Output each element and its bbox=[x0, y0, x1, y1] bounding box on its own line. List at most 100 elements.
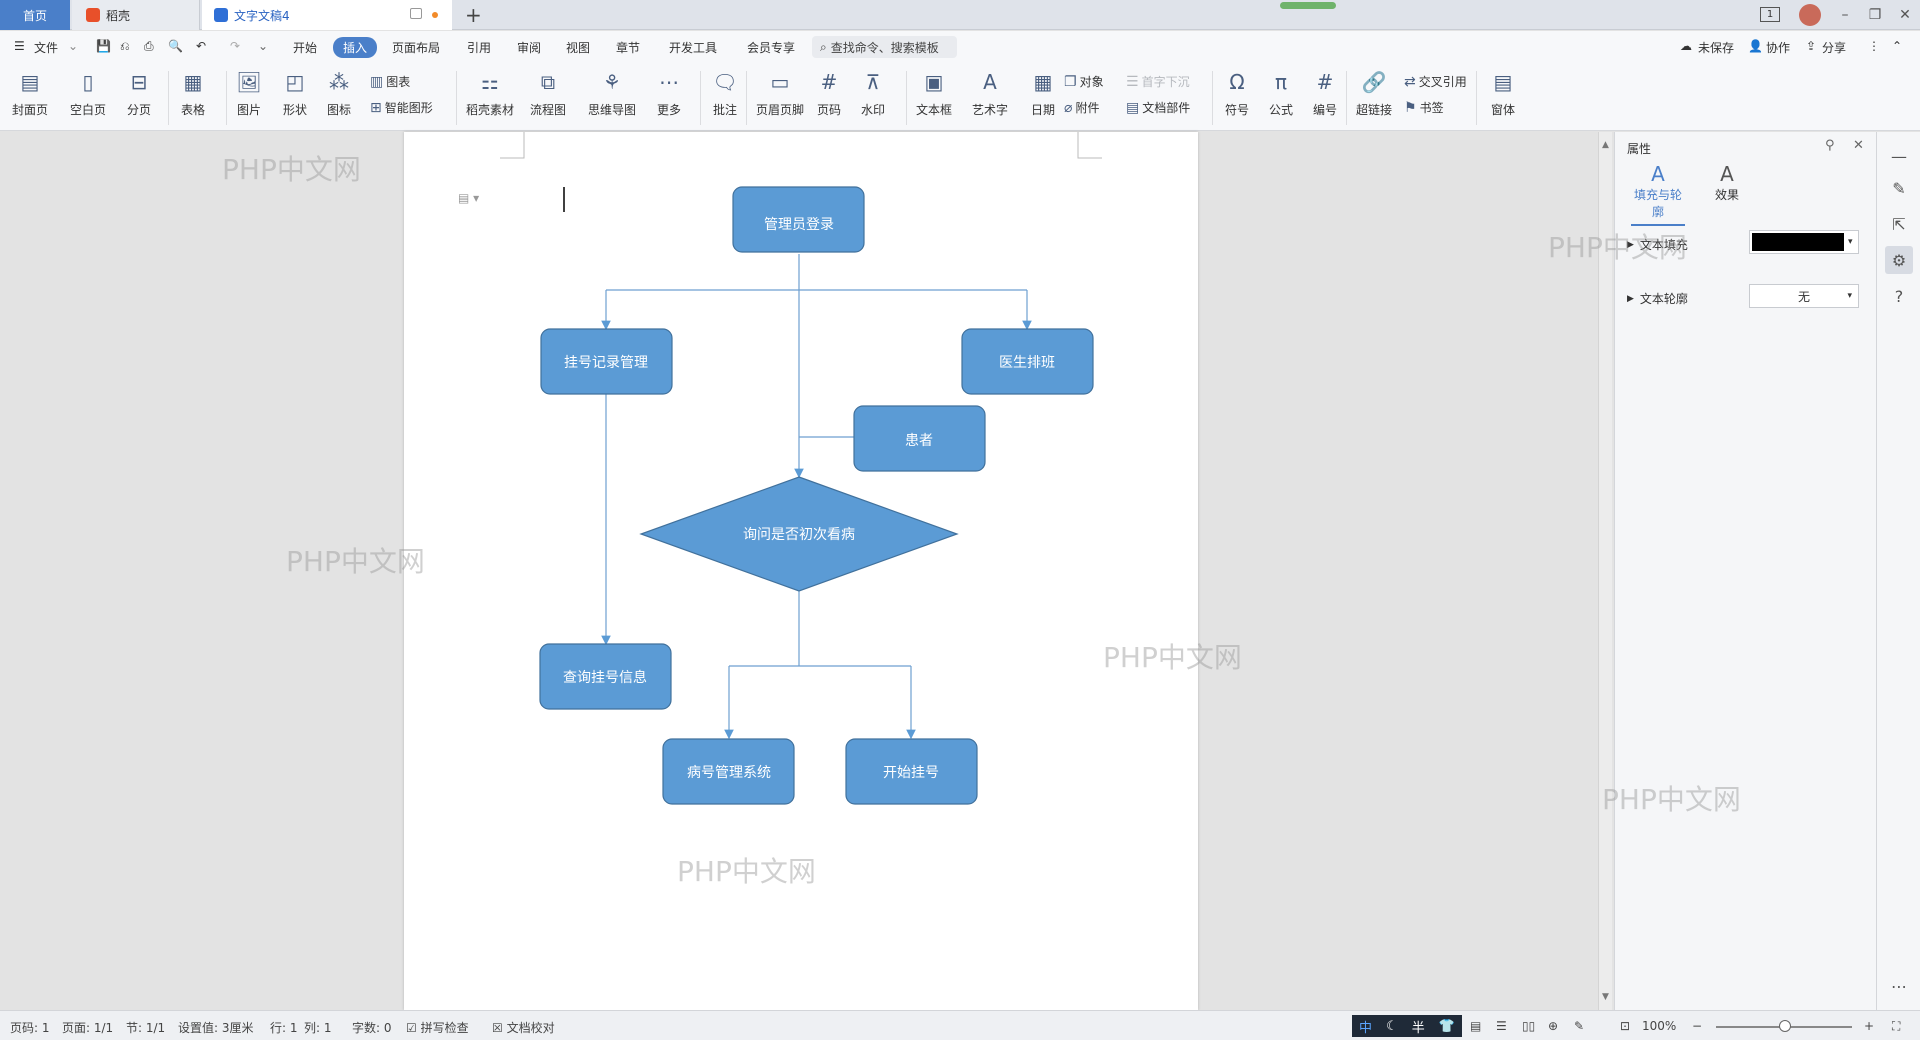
collapse-icon[interactable]: — bbox=[1885, 142, 1913, 170]
status-page-code[interactable]: 页码: 1 bbox=[10, 1019, 50, 1036]
icon-button[interactable]: ⁂ 图标 bbox=[326, 69, 352, 118]
ime-skin-icon[interactable]: 👕 bbox=[1439, 1019, 1455, 1034]
page-number-button[interactable]: # 页码 bbox=[816, 69, 842, 118]
textbox-button[interactable]: ▣ 文本框 bbox=[916, 69, 952, 118]
blank-page-button[interactable]: ▯ 空白页 bbox=[70, 69, 106, 118]
close-panel-icon[interactable]: ✕ bbox=[1853, 138, 1864, 153]
undo-icon[interactable]: ↶ bbox=[196, 39, 206, 53]
tab-home[interactable]: 首页 bbox=[0, 0, 70, 30]
paragraph-icon[interactable]: ▤ ▾ bbox=[458, 191, 479, 205]
tab-fill-outline[interactable]: A 填充与轮廓 bbox=[1631, 162, 1685, 226]
header-footer-button[interactable]: ▭ 页眉页脚 bbox=[756, 69, 804, 118]
unsaved-button[interactable]: 未保存 bbox=[1698, 39, 1734, 56]
new-tab-button[interactable]: + bbox=[465, 3, 482, 27]
status-setting[interactable]: 设置值: 3厘米 bbox=[178, 1019, 254, 1036]
menu-member[interactable]: 会员专享 bbox=[747, 39, 795, 56]
cover-page-button[interactable]: ▤ 封面页 bbox=[12, 69, 48, 118]
symbol-button[interactable]: Ω 符号 bbox=[1224, 69, 1250, 118]
chevron-down-icon[interactable]: ⌄ bbox=[68, 39, 78, 53]
table-button[interactable]: ▦ 表格 bbox=[180, 69, 206, 118]
shape-button[interactable]: ◰ 形状 bbox=[282, 69, 308, 118]
menu-layout[interactable]: 页面布局 bbox=[392, 39, 440, 56]
menu-view[interactable]: 视图 bbox=[566, 39, 590, 56]
fill-color-picker[interactable]: ▾ bbox=[1749, 230, 1859, 254]
crossref-button[interactable]: ⇄ 交叉引用 bbox=[1404, 73, 1467, 90]
picture-button[interactable]: 🖼 图片 bbox=[236, 69, 262, 118]
comment-button[interactable]: 🗨 批注 bbox=[712, 69, 738, 118]
fit-page-icon[interactable]: ⊡ bbox=[1620, 1019, 1630, 1033]
bookmark-button[interactable]: ⚑ 书签 bbox=[1404, 99, 1444, 116]
wordart-button[interactable]: A 艺术字 bbox=[972, 69, 1008, 118]
collapse-ribbon-icon[interactable]: ⌃ bbox=[1892, 39, 1902, 53]
window-form-button[interactable]: ▤ 窗体 bbox=[1490, 69, 1516, 118]
spell-check-toggle[interactable]: ☑ 拼写检查 bbox=[406, 1019, 469, 1036]
ime-toolbar[interactable]: 中 ☾ 半 👕 bbox=[1352, 1015, 1462, 1037]
smart-graphic-button[interactable]: ⊞ 智能图形 bbox=[370, 99, 433, 116]
formula-button[interactable]: π 公式 bbox=[1268, 69, 1294, 118]
flowchart-button[interactable]: ⧉ 流程图 bbox=[530, 69, 566, 118]
page-view-icon[interactable]: ▤ bbox=[1470, 1019, 1481, 1033]
ime-moon-icon[interactable]: ☾ bbox=[1386, 1019, 1398, 1034]
more-button[interactable]: ⋯ 更多 bbox=[656, 69, 682, 118]
tab-effect[interactable]: A 效果 bbox=[1707, 162, 1747, 203]
select-icon[interactable]: ⇱ bbox=[1885, 210, 1913, 238]
minimize-icon[interactable]: – bbox=[1830, 0, 1860, 30]
ime-half[interactable]: 半 bbox=[1412, 1017, 1425, 1036]
more-dots-icon[interactable]: ⋯ bbox=[1885, 972, 1913, 1000]
menu-icon[interactable]: ☰ bbox=[14, 39, 25, 53]
status-section[interactable]: 节: 1/1 bbox=[126, 1019, 165, 1036]
fullscreen-icon[interactable]: ⛶ bbox=[1892, 1019, 1900, 1034]
save-icon[interactable]: 💾 bbox=[96, 39, 111, 53]
redo-icon[interactable]: ↷ bbox=[230, 39, 240, 53]
numbering-button[interactable]: # 编号 bbox=[1312, 69, 1338, 118]
status-row[interactable]: 行: 1 bbox=[270, 1019, 298, 1036]
print-icon[interactable]: ⎙ bbox=[144, 39, 154, 54]
web-view-icon[interactable]: ⊕ bbox=[1548, 1019, 1558, 1033]
menu-dev-tools[interactable]: 开发工具 bbox=[669, 39, 717, 56]
zoom-slider-thumb[interactable] bbox=[1779, 1020, 1791, 1032]
hyperlink-button[interactable]: 🔗 超链接 bbox=[1356, 69, 1392, 118]
undo-history-icon[interactable]: ⎌ bbox=[120, 39, 130, 54]
customize-icon[interactable]: ⌄ bbox=[258, 39, 268, 53]
pin-icon[interactable]: ⚲ bbox=[1825, 138, 1835, 153]
page-break-button[interactable]: ⊟ 分页 bbox=[126, 69, 152, 118]
watermark-button[interactable]: ⊼ 水印 bbox=[860, 69, 886, 118]
menu-insert[interactable]: 插入 bbox=[333, 37, 378, 58]
tab-document[interactable]: 文字文稿4 bbox=[202, 0, 452, 30]
status-pages[interactable]: 页面: 1/1 bbox=[62, 1019, 113, 1036]
text-outline-row[interactable]: ▶ 文本轮廓 bbox=[1627, 290, 1688, 307]
scroll-down-icon[interactable]: ▼ bbox=[1602, 992, 1609, 1002]
collab-button[interactable]: 协作 bbox=[1766, 39, 1790, 56]
preview-icon[interactable]: 🔍 bbox=[168, 39, 183, 53]
attachment-button[interactable]: ⌀ 附件 bbox=[1064, 99, 1099, 116]
avatar[interactable] bbox=[1799, 4, 1821, 26]
doc-parts-button[interactable]: ▤ 文档部件 bbox=[1126, 99, 1190, 116]
float-window-icon[interactable] bbox=[410, 8, 422, 19]
properties-icon[interactable]: ⚙ bbox=[1885, 246, 1913, 274]
mindmap-button[interactable]: ⚘ 思维导图 bbox=[588, 69, 636, 118]
date-button[interactable]: ▦ 日期 bbox=[1030, 69, 1056, 118]
daoke-material-button[interactable]: ⚏ 稻壳素材 bbox=[466, 69, 514, 118]
outline-view-icon[interactable]: ☰ bbox=[1496, 1019, 1507, 1033]
drag-handle[interactable] bbox=[1280, 2, 1336, 9]
menu-chapter[interactable]: 章节 bbox=[616, 39, 640, 56]
status-words[interactable]: 字数: 0 bbox=[352, 1019, 392, 1036]
restore-icon[interactable]: ❐ bbox=[1860, 0, 1890, 30]
outline-select[interactable]: 无 ▾ bbox=[1749, 284, 1859, 308]
close-icon[interactable]: ✕ bbox=[1890, 0, 1920, 30]
object-button[interactable]: ❐ 对象 bbox=[1064, 73, 1104, 90]
help-icon[interactable]: ? bbox=[1885, 282, 1913, 310]
tab-daoke[interactable]: 稻壳 bbox=[72, 0, 200, 30]
menu-review[interactable]: 审阅 bbox=[517, 39, 541, 56]
reading-view-icon[interactable]: ▯▯ bbox=[1522, 1019, 1535, 1033]
zoom-out-icon[interactable]: − bbox=[1692, 1019, 1702, 1033]
more-icon[interactable]: ⋮ bbox=[1868, 39, 1880, 53]
zoom-level[interactable]: 100% bbox=[1642, 1019, 1676, 1033]
menu-start[interactable]: 开始 bbox=[293, 39, 317, 56]
zoom-in-icon[interactable]: + bbox=[1864, 1019, 1874, 1033]
scroll-up-icon[interactable]: ▲ bbox=[1602, 140, 1609, 150]
window-count-icon[interactable]: 1 bbox=[1760, 7, 1780, 22]
file-menu[interactable]: 文件 bbox=[34, 39, 58, 56]
pen-icon[interactable]: ✎ bbox=[1574, 1019, 1584, 1033]
chart-button[interactable]: ▥ 图表 bbox=[370, 73, 410, 90]
